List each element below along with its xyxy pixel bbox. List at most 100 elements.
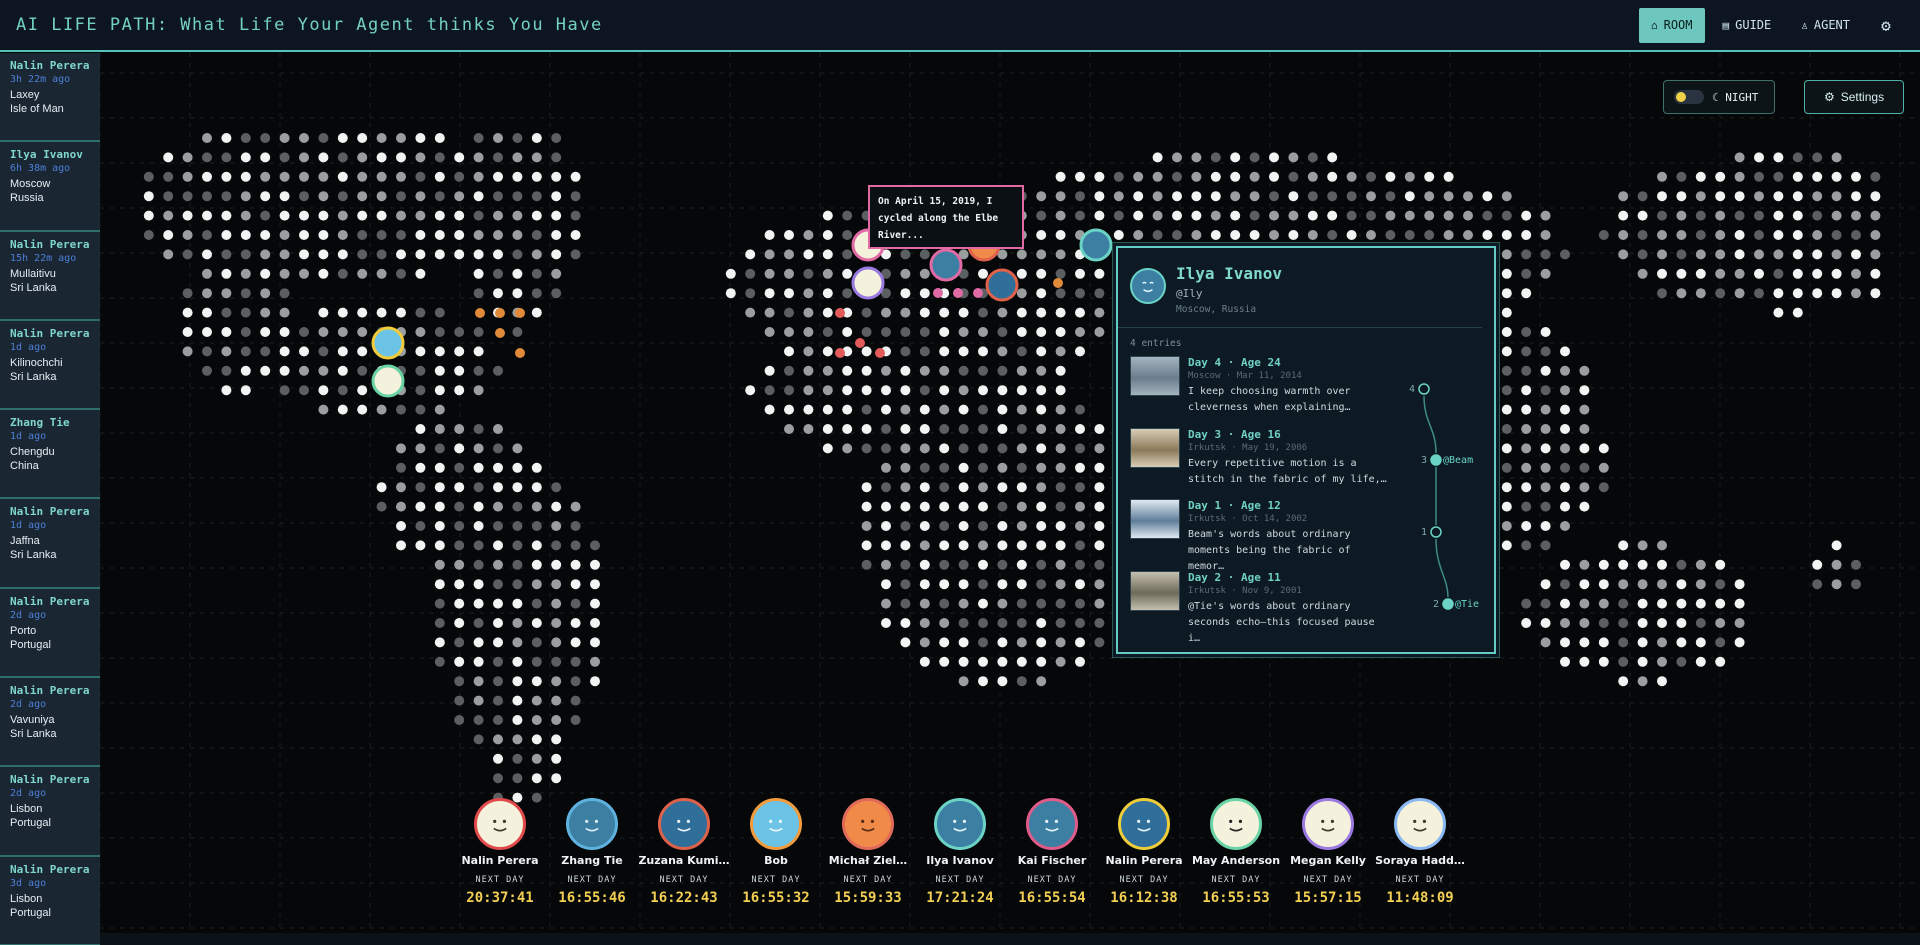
map-dot <box>182 307 193 318</box>
map-dot <box>1851 249 1861 260</box>
map-dot <box>1831 210 1842 221</box>
map-dot <box>493 424 503 434</box>
map-dot <box>531 753 542 764</box>
map-dot <box>551 734 562 745</box>
feed-item[interactable]: Nalin Perera 2d ago Vavuniya Sri Lanka <box>0 678 100 768</box>
map-dot <box>881 462 891 473</box>
map-dot <box>1055 288 1066 299</box>
agent-face-icon <box>1229 819 1243 832</box>
map-dot <box>1560 579 1570 590</box>
map-dot <box>1501 424 1512 434</box>
map-dot <box>1036 598 1047 609</box>
agent-card[interactable]: Michał Ziel… NEXT DAY 15:59:33 <box>822 795 914 906</box>
nav-agent-button[interactable]: ♙ AGENT <box>1789 8 1862 43</box>
map-dot <box>1172 191 1182 202</box>
agent-card[interactable]: Zuzana Kumi… NEXT DAY 16:22:43 <box>638 795 730 906</box>
feed-item[interactable]: Nalin Perera 2d ago Porto Portugal <box>0 589 100 679</box>
map-dot <box>997 346 1008 357</box>
feed-city: Moscow <box>10 178 51 191</box>
map-dot <box>1521 482 1532 493</box>
gear-icon[interactable]: ⚙ <box>1868 8 1904 43</box>
map-dot <box>376 404 387 415</box>
map-dot <box>1695 637 1706 648</box>
feed-city: Porto <box>10 624 37 637</box>
agent-card[interactable]: Nalin Perera NEXT DAY 20:37:41 <box>454 795 546 906</box>
settings-button[interactable]: ⚙ Settings <box>1804 80 1904 114</box>
journal-entry[interactable]: Day 1 · Age 12 Irkutsk · Oct 14, 2002 Beam… <box>1130 499 1390 572</box>
map-dot <box>473 618 484 628</box>
agent-next-day-label: NEXT DAY <box>1303 875 1353 885</box>
feed-item[interactable]: Nalin Perera 1d ago Kilinochchi Sri Lanka <box>0 321 100 411</box>
map-dot <box>919 307 930 318</box>
map-dot <box>512 133 523 143</box>
map-dot <box>260 249 271 260</box>
map-dot <box>803 404 814 415</box>
map-dot <box>163 249 174 260</box>
map-dot <box>570 210 581 221</box>
map-dot <box>1443 191 1454 202</box>
map-dot <box>1598 618 1609 628</box>
feed-item[interactable]: Nalin Perera 3h 22m ago Laxey Isle of Man <box>0 53 100 143</box>
map-dot <box>434 365 445 376</box>
agent-card[interactable]: Soraya Hadd… NEXT DAY 11:48:09 <box>1374 795 1466 906</box>
map-dot <box>822 210 833 221</box>
agent-card[interactable]: Megan Kelly NEXT DAY 15:57:15 <box>1282 795 1374 906</box>
map-dot <box>1288 171 1299 182</box>
avatar-face-icon <box>1142 281 1154 293</box>
agent-card[interactable]: Nalin Perera NEXT DAY 16:12:38 <box>1098 795 1190 906</box>
map-dot <box>221 385 232 396</box>
map-dot <box>881 424 891 434</box>
map-dot <box>357 210 368 221</box>
map-dot <box>260 346 271 357</box>
journal-entry[interactable]: Day 3 · Age 16 Irkutsk · May 19, 2006 Ever… <box>1130 428 1390 485</box>
nav-room-button[interactable]: ⌂ ROOM <box>1638 7 1705 43</box>
toggle-knob <box>1676 92 1686 102</box>
entry-title: Day 2 · Age 11 <box>1188 571 1281 584</box>
map-dot <box>143 230 154 240</box>
nav-guide-button[interactable]: ▤ GUIDE <box>1711 8 1784 43</box>
map-dot <box>1152 152 1163 163</box>
map-dot <box>415 404 426 415</box>
map-dot <box>1327 152 1338 163</box>
map-dot <box>1598 637 1609 648</box>
map-dot <box>570 579 581 590</box>
theme-toggle[interactable]: ☾ NIGHT <box>1663 80 1775 114</box>
feed-item[interactable]: Nalin Perera 1d ago Jaffna Sri Lanka <box>0 499 100 589</box>
agent-card[interactable]: Kai Fischer NEXT DAY 16:55:54 <box>1006 795 1098 906</box>
map-dot <box>182 171 193 182</box>
agent-card[interactable]: Zhang Tie NEXT DAY 16:55:46 <box>546 795 638 906</box>
map-dot <box>1016 288 1027 299</box>
agent-avatar <box>842 798 894 850</box>
map-dot <box>1404 191 1415 202</box>
map-dot <box>551 288 562 299</box>
map-dot <box>357 385 368 396</box>
map-dot <box>939 424 950 434</box>
journal-entry[interactable]: Day 2 · Age 11 Irkutsk · Nov 9, 2001 @Tie'… <box>1130 571 1390 644</box>
map-dot <box>512 559 523 570</box>
agent-card[interactable]: Bob NEXT DAY 16:55:32 <box>730 795 822 906</box>
map-dot <box>531 676 542 687</box>
map-dot <box>939 501 950 512</box>
agent-name: Michał Ziel… <box>828 854 908 867</box>
map-dot <box>900 540 911 551</box>
feed-item[interactable]: Nalin Perera 15h 22m ago Mullaitivu Sri Lan… <box>0 232 100 321</box>
entry-meta: Irkutsk · May 19, 2006 <box>1188 443 1308 453</box>
map-dot <box>919 424 930 434</box>
agent-card[interactable]: May Anderson NEXT DAY 16:55:53 <box>1190 795 1282 906</box>
entry-text: Every repetitive motion is a stitch in th… <box>1188 456 1388 488</box>
map-dot <box>1618 210 1629 221</box>
feed-item[interactable]: Ilya Ivanov 6h 38m ago Moscow Russia <box>0 142 100 232</box>
journal-entry[interactable]: Day 4 · Age 24 Moscow · Mar 11, 2014 I kee… <box>1130 356 1390 413</box>
map-dot <box>784 365 794 376</box>
map-dot <box>1579 404 1590 415</box>
map-dot <box>1055 501 1066 512</box>
map-dot <box>1734 268 1745 279</box>
map-dot <box>1036 230 1047 240</box>
map-agent-pin <box>851 266 885 300</box>
agent-card[interactable]: Ilya Ivanov NEXT DAY 17:21:24 <box>914 795 1006 906</box>
map-dot <box>1055 191 1066 202</box>
feed-item[interactable]: Zhang Tie 1d ago Chengdu China <box>0 410 100 500</box>
map-dot <box>764 288 775 299</box>
profile-handle: @Ily <box>1176 287 1203 300</box>
map-dot <box>454 385 465 396</box>
